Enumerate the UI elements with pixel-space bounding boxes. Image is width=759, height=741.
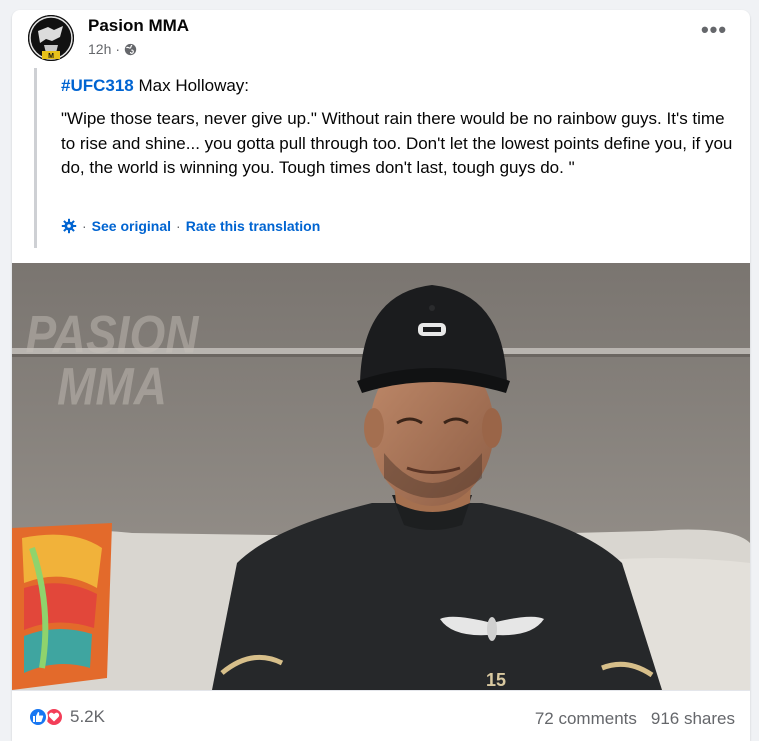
pasion-mma-logo-icon: M: [28, 15, 74, 61]
post-time[interactable]: 12h: [88, 41, 111, 57]
post-image[interactable]: 15 PASION MMA: [12, 263, 750, 690]
link-separator: ·: [176, 218, 181, 234]
see-original-link[interactable]: See original: [92, 218, 171, 234]
shirt-number: 15: [486, 670, 506, 690]
pillow: [12, 523, 112, 690]
rate-translation-link[interactable]: Rate this translation: [186, 218, 321, 234]
reactions-summary[interactable]: 5.2K: [28, 707, 105, 727]
post-card: M Pasion MMA 12h · ••• #UFC318 Max Hollo…: [12, 10, 750, 741]
hashtag-link[interactable]: #UFC318: [61, 76, 134, 95]
fighter-photo: 15 PASION MMA: [12, 263, 750, 690]
translation-quote: "Wipe those tears, never give up." Witho…: [61, 109, 733, 177]
link-separator: ·: [82, 218, 87, 234]
reaction-count: 5.2K: [70, 707, 105, 726]
page-name[interactable]: Pasion MMA: [88, 16, 189, 36]
comments-count-link[interactable]: 72 comments: [535, 709, 637, 729]
translated-text-block: #UFC318 Max Holloway: "Wipe those tears,…: [34, 68, 734, 248]
more-options-button[interactable]: •••: [696, 19, 732, 49]
watermark-line2: MMA: [57, 356, 167, 416]
translation-links: · See original · Rate this translation: [61, 218, 320, 234]
gear-icon[interactable]: [61, 218, 77, 234]
globe-icon[interactable]: [124, 43, 137, 56]
engagement-counts: 72 comments 916 shares: [535, 709, 735, 729]
post-footer: 5.2K 72 comments 916 shares: [12, 690, 750, 738]
page-avatar[interactable]: M: [28, 15, 74, 61]
shares-count-link[interactable]: 916 shares: [651, 709, 735, 729]
translation-subject: Max Holloway:: [133, 76, 250, 95]
post-meta: 12h ·: [88, 41, 137, 57]
like-icon: [28, 707, 48, 727]
svg-text:M: M: [48, 53, 54, 60]
cap-logo: [418, 323, 446, 336]
translation-heading: #UFC318 Max Holloway:: [61, 76, 249, 96]
meta-dot: ·: [115, 41, 121, 57]
